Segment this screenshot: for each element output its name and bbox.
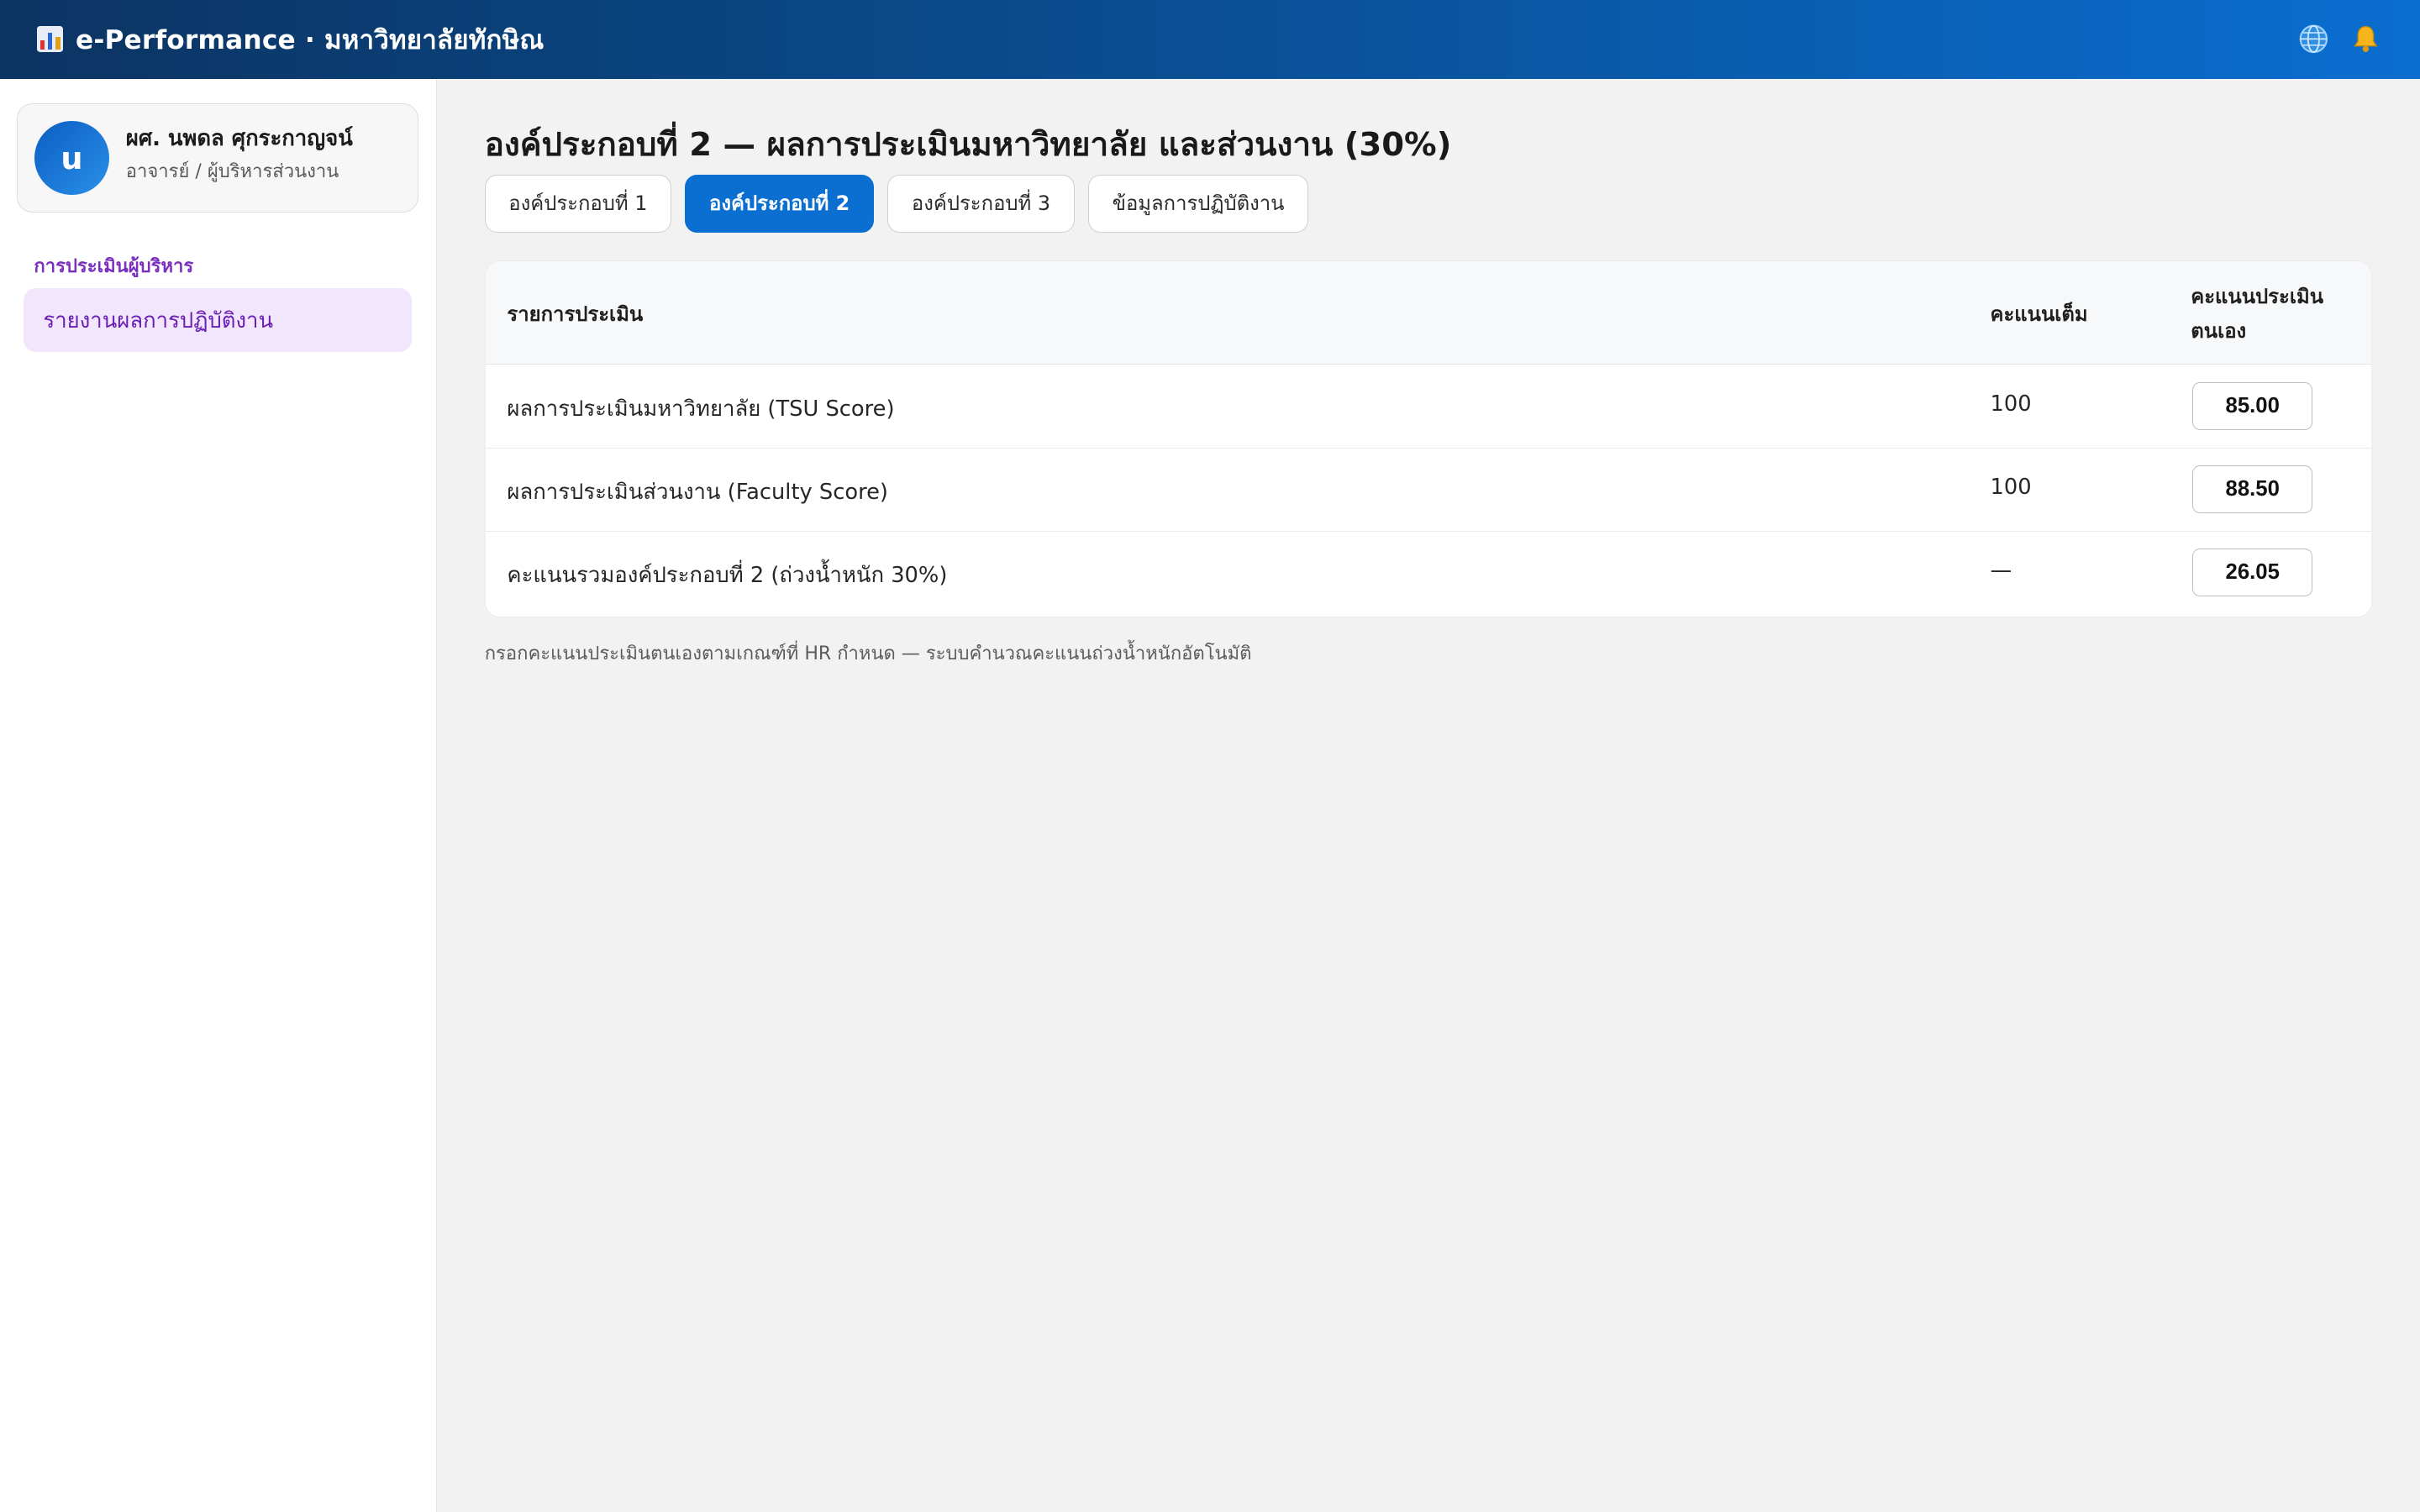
top-bar: e-Performance · มหาวิทยาลัยทักษิณ (0, 0, 2420, 79)
row-full-score: 100 (1990, 391, 2032, 417)
column-header-item: รายการประเมิน (507, 302, 644, 327)
column-header-self-score: คะแนนประเมินตนเอง (2191, 285, 2324, 343)
table-header: รายการประเมิน คะแนนเต็ม คะแนนประเมินตนเอ… (485, 261, 2371, 365)
row-full-score: 100 (1990, 474, 2032, 500)
user-role: อาจารย์ / ผู้บริหารส่วนงาน (125, 161, 339, 183)
tab-component-3[interactable]: องค์ประกอบที่ 3 (887, 174, 1075, 234)
top-bar-actions (2296, 23, 2383, 56)
sidebar-section-title: การประเมินผู้บริหาร (34, 256, 194, 278)
user-card: u ผศ. นพดล ศุกระกาญจน์ อาจารย์ / ผู้บริห… (17, 103, 418, 213)
globe-icon[interactable] (2296, 23, 2330, 56)
row-item-label: คะแนนรวมองค์ประกอบที่ 2 (ถ่วงน้ำหนัก 30%… (507, 563, 948, 589)
help-note: กรอกคะแนนประเมินตนเองตามเกณฑ์ที่ HR กำหน… (484, 643, 1252, 665)
tab-component-2[interactable]: องค์ประกอบที่ 2 (685, 174, 874, 234)
avatar: u (34, 121, 109, 196)
tab-component-1[interactable]: องค์ประกอบที่ 1 (484, 174, 671, 234)
bell-icon[interactable] (2349, 23, 2382, 56)
row-full-score: — (1990, 558, 2012, 584)
row-item-label: ผลการประเมินมหาวิทยาลัย (TSU Score) (507, 396, 895, 422)
bar-chart-icon (37, 26, 64, 53)
column-header-full-score: คะแนนเต็ม (1990, 302, 2088, 327)
tab-performance-info[interactable]: ข้อมูลการปฏิบัติงาน (1088, 174, 1309, 234)
sidebar: u ผศ. นพดล ศุกระกาญจน์ อาจารย์ / ผู้บริห… (0, 78, 437, 1512)
self-score-input[interactable] (2192, 381, 2313, 430)
table-row: คะแนนรวมองค์ประกอบที่ 2 (ถ่วงน้ำหนัก 30%… (486, 532, 2371, 615)
self-score-input[interactable] (2192, 465, 2313, 513)
page-title: องค์ประกอบที่ 2 — ผลการประเมินมหาวิทยาลั… (484, 126, 1452, 165)
weighted-total-score[interactable] (2192, 549, 2313, 596)
sidebar-item-performance-report[interactable]: รายงานผลการปฏิบัติงาน (23, 288, 413, 352)
user-name: ผศ. นพดล ศุกระกาญจน์ (125, 126, 353, 152)
table-row: ผลการประเมินส่วนงาน (Faculty Score) 100 (485, 449, 2371, 532)
app-title: e-Performance · มหาวิทยาลัยทักษิณ (75, 24, 544, 55)
row-item-label: ผลการประเมินส่วนงาน (Faculty Score) (507, 479, 888, 505)
table-row: ผลการประเมินมหาวิทยาลัย (TSU Score) 100 (485, 365, 2371, 449)
component-tabs: องค์ประกอบที่ 1 องค์ประกอบที่ 2 องค์ประก… (484, 174, 1309, 234)
evaluation-table: รายการประเมิน คะแนนเต็ม คะแนนประเมินตนเอ… (484, 260, 2372, 617)
